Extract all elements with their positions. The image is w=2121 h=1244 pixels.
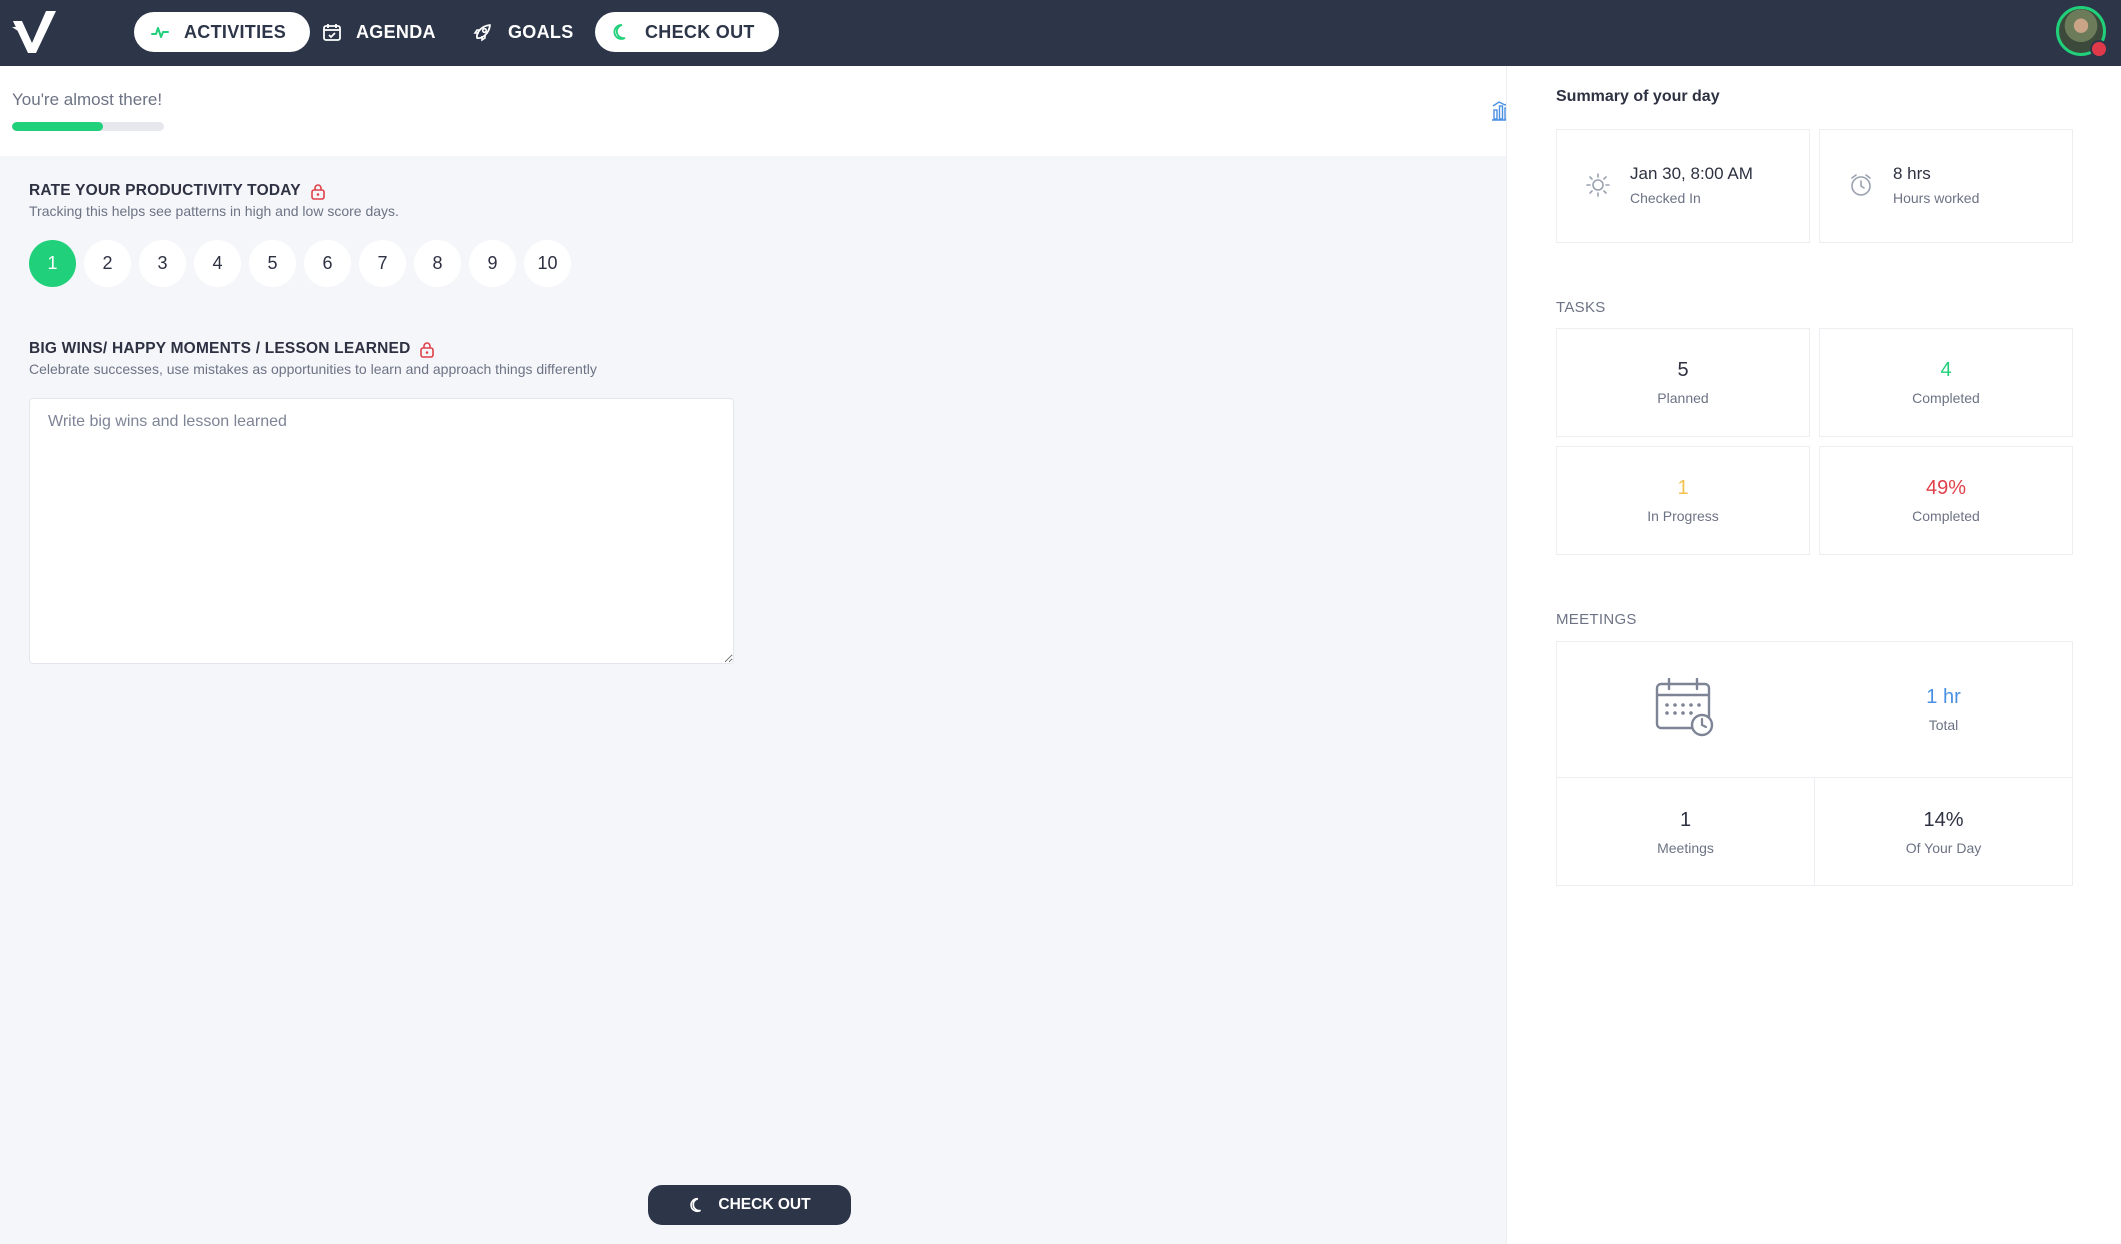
tasks-completed-percent-label: Completed (1912, 508, 1980, 524)
calendar-clock-icon (1655, 678, 1714, 737)
rocket-icon (473, 24, 491, 42)
rating-option-4[interactable]: 4 (194, 240, 241, 287)
meetings-day-percent: 14% Of Your Day (1815, 778, 2072, 886)
rating-option-6[interactable]: 6 (304, 240, 351, 287)
tasks-completed-percent-card: 49% Completed (1819, 446, 2073, 555)
wins-title-text: BIG WINS/ HAPPY MOMENTS / LESSON LEARNED (29, 340, 411, 357)
lock-icon (310, 183, 325, 200)
tab-check-out[interactable]: CHECK OUT (595, 12, 779, 52)
productivity-title: RATE YOUR PRODUCTIVITY TODAY (29, 182, 326, 200)
progress-bar (12, 122, 164, 131)
tasks-planned-label: Planned (1657, 390, 1709, 406)
wins-textarea[interactable] (29, 398, 734, 664)
productivity-rating-group: 1 2 3 4 5 6 7 8 9 10 (29, 240, 571, 287)
top-navigation-bar: ACTIVITIES AGENDA GOALS CHECK OUT (0, 0, 2121, 66)
alarm-clock-icon (1851, 174, 1871, 196)
meetings-count-label: Meetings (1657, 839, 1714, 856)
rating-option-9[interactable]: 9 (469, 240, 516, 287)
tasks-in-progress-value: 1 (1677, 477, 1689, 499)
progress-bar-fill (12, 122, 104, 131)
tasks-in-progress-card: 1 In Progress (1556, 446, 1810, 555)
checked-in-time: Jan 30, 8:00 AM (1630, 164, 1753, 183)
check-out-button-label: CHECK OUT (718, 1196, 811, 1213)
tab-goals[interactable]: GOALS (456, 12, 598, 52)
tasks-planned-card: 5 Planned (1556, 328, 1810, 437)
rating-option-1[interactable]: 1 (29, 240, 76, 287)
rating-option-10[interactable]: 10 (524, 240, 571, 287)
progress-label: You're almost there! (12, 90, 163, 109)
check-out-button[interactable]: CHECK OUT (648, 1185, 851, 1225)
meetings-total: 1 hr Total (1815, 642, 2072, 777)
wins-subtitle: Celebrate successes, use mistakes as opp… (29, 361, 597, 377)
rating-option-8[interactable]: 8 (414, 240, 461, 287)
tasks-planned-value: 5 (1677, 359, 1689, 381)
tasks-section-label: TASKS (1556, 299, 1606, 316)
sun-icon (1586, 173, 1610, 197)
tab-goals-label: GOALS (508, 21, 574, 42)
app-logo[interactable] (10, 7, 58, 55)
rating-option-3[interactable]: 3 (139, 240, 186, 287)
summary-title: Summary of your day (1556, 88, 1720, 105)
meetings-card: 1 hr Total 1 Meetings 14% Of Your Day (1556, 641, 2073, 886)
tab-check-out-label: CHECK OUT (645, 21, 755, 42)
checked-in-label: Checked In (1630, 190, 1701, 206)
tasks-completed-card: 4 Completed (1819, 328, 2073, 437)
tab-activities-label: ACTIVITIES (184, 21, 287, 42)
activity-pulse-icon (151, 27, 169, 38)
meetings-total-label: Total (1928, 717, 1959, 733)
checked-in-card: Jan 30, 8:00 AM Checked In (1556, 129, 1810, 243)
meetings-total-value: 1 hr (1926, 686, 1961, 708)
meetings-day-percent-value: 14% (1923, 808, 1964, 831)
rating-option-7[interactable]: 7 (359, 240, 406, 287)
meetings-day-percent-label: Of Your Day (1905, 839, 1982, 856)
progress-panel: You're almost there! (0, 66, 1506, 156)
productivity-title-text: RATE YOUR PRODUCTIVITY TODAY (29, 182, 301, 199)
lock-icon (420, 341, 435, 358)
hours-worked-label: Hours worked (1893, 190, 1980, 206)
hours-worked-card: 8 hrs Hours worked (1819, 129, 2073, 243)
meetings-count-value: 1 (1679, 808, 1692, 831)
tab-agenda[interactable]: AGENDA (306, 12, 460, 52)
rating-option-2[interactable]: 2 (84, 240, 131, 287)
status-indicator (2090, 40, 2108, 58)
meetings-count: 1 Meetings (1557, 778, 1814, 886)
hours-worked-value: 8 hrs (1893, 164, 1931, 183)
tab-activities[interactable]: ACTIVITIES (134, 12, 311, 52)
tasks-in-progress-label: In Progress (1647, 508, 1719, 524)
tasks-completed-label: Completed (1912, 390, 1980, 406)
tasks-completed-percent-value: 49% (1925, 477, 1967, 499)
moon-icon (690, 1197, 702, 1213)
wins-title: BIG WINS/ HAPPY MOMENTS / LESSON LEARNED (29, 340, 435, 358)
tasks-completed-value: 4 (1940, 359, 1952, 381)
productivity-subtitle: Tracking this helps see patterns in high… (29, 203, 399, 219)
moon-icon (613, 24, 626, 40)
rating-option-5[interactable]: 5 (249, 240, 296, 287)
calendar-check-icon (323, 24, 341, 41)
meetings-section-label: MEETINGS (1556, 611, 1637, 628)
tab-agenda-label: AGENDA (356, 21, 436, 42)
